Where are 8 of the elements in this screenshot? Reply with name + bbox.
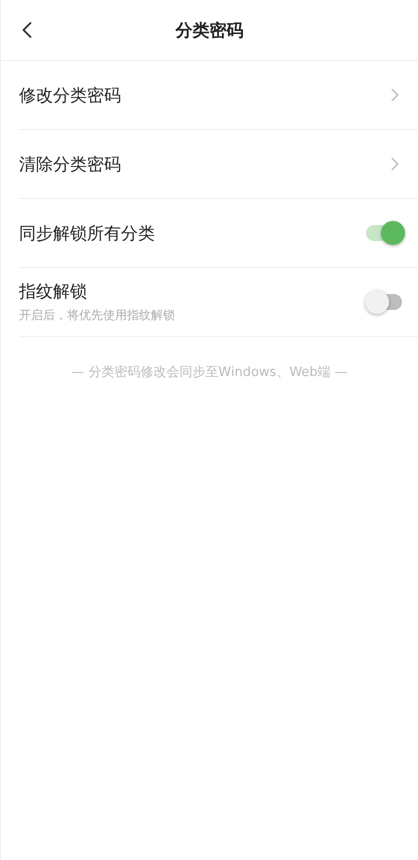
footer-note: — 分类密码修改会同步至Windows、Web端 — xyxy=(70,364,349,381)
setting-label[interactable]: 清除分类密码 xyxy=(19,152,121,176)
toggle-switch[interactable] xyxy=(364,220,406,246)
setting-label: 同步解锁所有分类 xyxy=(19,222,155,244)
page-title: 分类密码 xyxy=(176,20,244,42)
setting-label[interactable]: 修改分类密码 xyxy=(19,84,121,106)
setting-description: 开启后，将优先使用指纹解锁 xyxy=(19,307,175,324)
setting-label: 指纹解锁 xyxy=(19,281,88,303)
